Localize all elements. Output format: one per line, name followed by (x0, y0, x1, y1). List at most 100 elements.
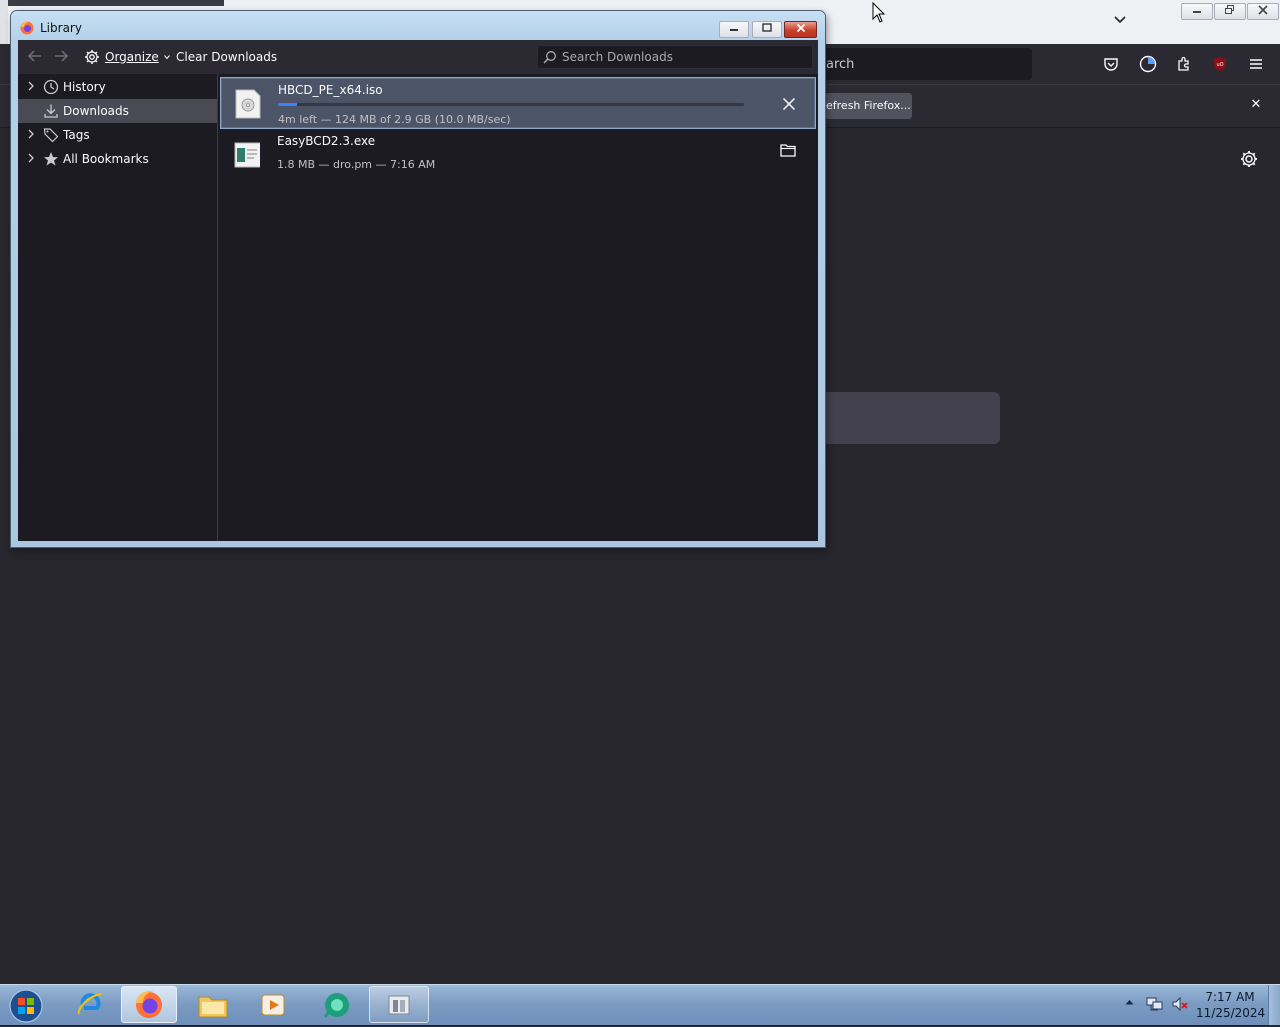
firefox-restore-button[interactable] (1214, 3, 1246, 20)
sidebar-item-tags[interactable]: Tags (18, 123, 217, 147)
back-button[interactable] (26, 48, 44, 66)
library-window: Library Organize Clear Downloads Search … (11, 11, 825, 547)
library-maximize-button[interactable] (752, 21, 782, 38)
account-icon (1139, 55, 1157, 73)
firefox-window-edge (0, 0, 8, 44)
pocket-icon (1104, 58, 1118, 71)
sidebar-item-label: All Bookmarks (63, 152, 149, 166)
taskbar-internet-explorer[interactable] (62, 986, 118, 1023)
organize-menu-button[interactable]: Organize (84, 47, 170, 67)
sidebar-item-label: Tags (63, 128, 90, 142)
download-progress-bar (278, 103, 744, 106)
forward-button[interactable] (52, 48, 70, 66)
minimize-icon (1193, 11, 1201, 13)
file-explorer-icon (198, 996, 228, 1017)
search-downloads-input[interactable] (562, 47, 806, 67)
mouse-cursor-icon (872, 2, 886, 23)
start-button[interactable] (6, 988, 46, 1024)
clock-icon (43, 79, 59, 95)
cancel-download-button[interactable] (779, 94, 799, 114)
clock-date: 11/25/2024 (1196, 1006, 1266, 1020)
taskbar-library-window[interactable] (369, 986, 429, 1023)
sync-account-button[interactable] (1138, 54, 1158, 74)
download-icon (43, 103, 59, 119)
show-hidden-icons-button[interactable] (1125, 998, 1134, 1008)
internet-explorer-icon (77, 992, 102, 1014)
extensions-button[interactable] (1174, 54, 1194, 74)
download-item[interactable]: EasyBCD2.3.exe 1.8 MB — dro.pm — 7:16 AM (220, 129, 816, 181)
clock-time: 7:17 AM (1205, 990, 1255, 1004)
sidebar-item-all-bookmarks[interactable]: All Bookmarks (18, 147, 217, 171)
ublock-badge-text: uO (1216, 62, 1223, 68)
disc-image-file-icon (235, 89, 261, 119)
newtab-search-box[interactable] (822, 392, 1000, 444)
library-window-title: Library (40, 21, 82, 35)
download-progress-fill (278, 103, 297, 106)
star-icon (43, 151, 59, 167)
volume-muted-icon[interactable] (1171, 996, 1189, 1012)
show-desktop-button[interactable] (1268, 985, 1280, 1025)
library-content: Organize Clear Downloads History (18, 40, 818, 541)
minimize-icon (730, 29, 738, 31)
search-icon (543, 51, 556, 64)
folder-icon (780, 144, 796, 157)
gear-icon (85, 50, 99, 64)
chevron-right-icon (28, 153, 34, 162)
sidebar-item-history[interactable]: History (18, 75, 217, 99)
download-status: 1.8 MB — dro.pm — 7:16 AM (277, 158, 436, 171)
restore-icon (1225, 5, 1234, 14)
firefox-close-button[interactable] (1247, 3, 1279, 20)
chevron-up-icon (1125, 1000, 1134, 1005)
search-downloads-box[interactable] (537, 45, 813, 69)
download-status: 4m left — 124 MB of 2.9 GB (10.0 MB/sec) (278, 113, 511, 126)
notification-close-button[interactable]: ✕ (1246, 95, 1266, 115)
windows-taskbar: 7:17 AM 11/25/2024 (0, 984, 1280, 1025)
sidebar-item-label: History (63, 80, 106, 94)
library-close-button[interactable] (784, 21, 817, 38)
sidebar-item-label: Downloads (63, 104, 129, 118)
firefox-minimize-button[interactable] (1181, 3, 1213, 20)
expand-chevron-icon[interactable] (26, 129, 36, 142)
download-item[interactable]: HBCD_PE_x64.iso 4m left — 124 MB of 2.9 … (220, 77, 816, 129)
chevron-right-icon (28, 129, 34, 138)
expand-chevron-icon[interactable] (26, 153, 36, 166)
firefox-icon (136, 990, 162, 1018)
refresh-firefox-button[interactable]: efresh Firefox... (822, 93, 912, 119)
chevron-right-icon (28, 81, 34, 90)
library-window-icon (388, 995, 410, 1014)
close-icon (796, 23, 805, 33)
chevron-down-icon (163, 55, 170, 60)
taskbar-clock[interactable]: 7:17 AM 11/25/2024 (1196, 989, 1266, 1021)
library-minimize-button[interactable] (719, 21, 749, 38)
forward-arrow-icon (55, 50, 69, 62)
firefox-tab-strip[interactable] (0, 0, 224, 6)
show-in-folder-button[interactable] (778, 140, 798, 160)
network-icon[interactable] (1146, 996, 1164, 1012)
expand-chevron-icon[interactable] (26, 81, 36, 94)
sidebar-item-downloads[interactable]: Downloads (18, 99, 217, 123)
puzzle-icon (1178, 56, 1189, 71)
downloads-list: HBCD_PE_x64.iso 4m left — 124 MB of 2.9 … (218, 74, 818, 541)
executable-file-icon (234, 142, 260, 168)
taskbar-media-player[interactable] (245, 986, 301, 1023)
download-filename: EasyBCD2.3.exe (277, 134, 376, 148)
taskbar-firefox[interactable] (121, 986, 177, 1023)
app-menu-button[interactable] (1246, 54, 1266, 74)
clear-downloads-button[interactable]: Clear Downloads (176, 50, 277, 64)
back-arrow-icon (27, 50, 41, 62)
taskbar-app[interactable] (309, 986, 365, 1023)
pocket-button[interactable] (1101, 54, 1121, 74)
app-icon (323, 992, 349, 1018)
taskbar-file-explorer[interactable] (185, 986, 241, 1023)
chevron-down-icon (1114, 16, 1126, 24)
close-icon (1258, 5, 1268, 15)
firefox-icon (20, 21, 34, 35)
gear-icon (1241, 151, 1257, 167)
library-toolbar: Organize Clear Downloads (18, 40, 818, 74)
firefox-urlbar-text: arch (826, 57, 855, 72)
ublock-origin-button[interactable]: uO (1210, 54, 1230, 74)
list-all-tabs-button[interactable] (1110, 12, 1130, 30)
newtab-settings-button[interactable] (1238, 148, 1260, 170)
tag-icon (43, 127, 59, 143)
cancel-icon (782, 97, 796, 111)
